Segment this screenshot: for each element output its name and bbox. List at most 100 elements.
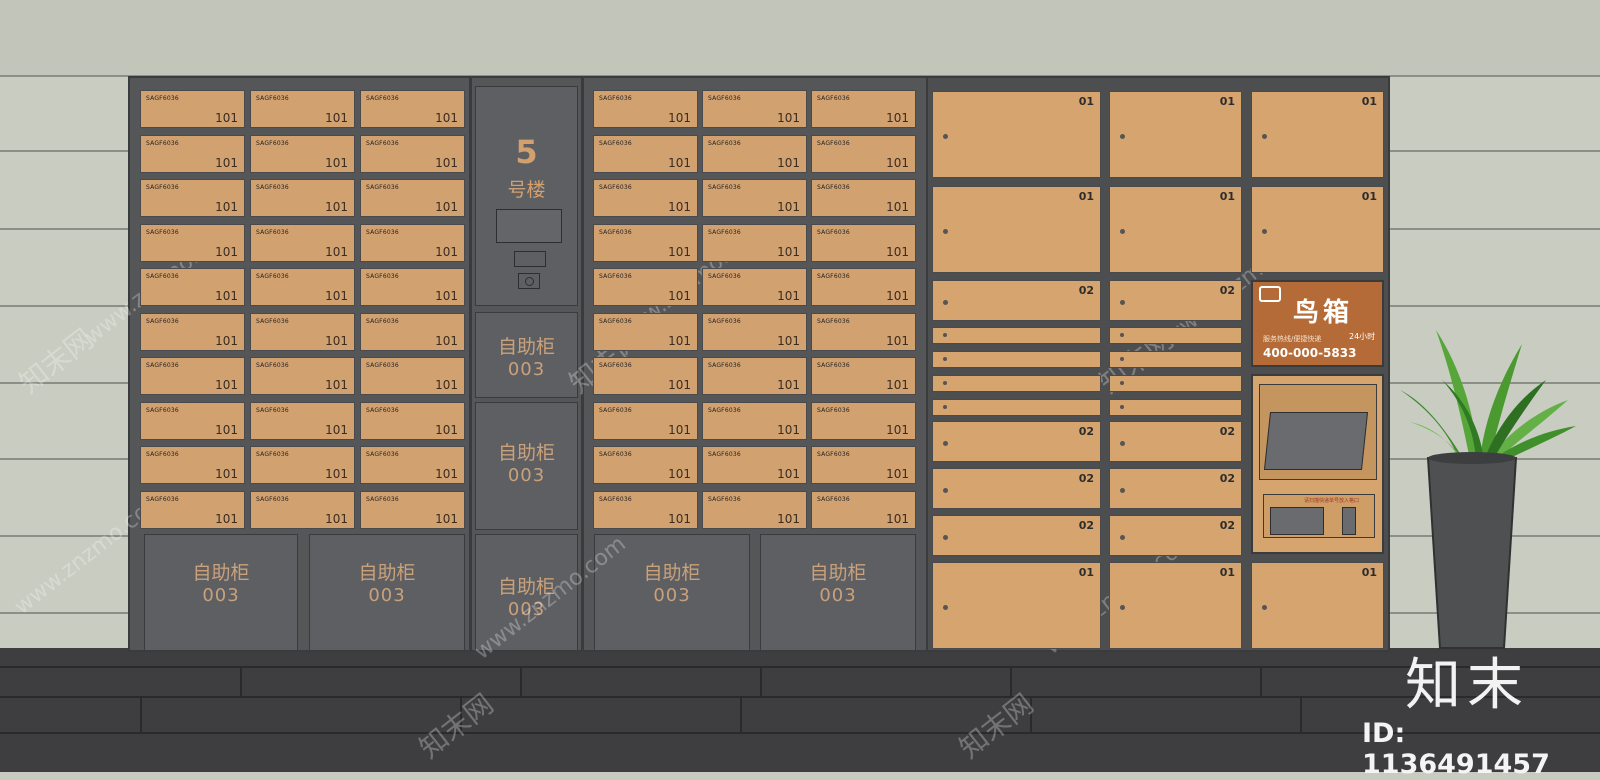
mailbox-door[interactable]: SAGF6036 101 — [811, 490, 916, 529]
mailbox-door[interactable]: SAGF6036 101 — [702, 90, 807, 128]
small-locker-slot[interactable] — [1109, 399, 1242, 416]
card-reader[interactable] — [514, 251, 546, 267]
mailbox-door[interactable]: SAGF6036 101 — [250, 90, 355, 128]
mailbox-door[interactable]: SAGF6036 101 — [593, 223, 698, 262]
self-service-door[interactable]: 自助柜 003 — [760, 534, 916, 651]
mailbox-door[interactable]: SAGF6036 101 — [250, 268, 355, 306]
mailbox-door[interactable]: SAGF6036 101 — [593, 90, 698, 128]
mailbox-door[interactable]: SAGF6036 101 — [811, 312, 916, 351]
parcel-locker-door[interactable]: 02 — [1109, 280, 1242, 321]
parcel-locker-door[interactable]: 01 — [1109, 91, 1242, 178]
parcel-locker-door[interactable]: 01 — [932, 91, 1101, 178]
self-service-door[interactable]: 自助柜 003 — [594, 534, 750, 651]
self-service-door[interactable]: 自助柜 003 — [475, 312, 578, 398]
mailbox-door[interactable]: SAGF6036 101 — [250, 179, 355, 217]
parcel-locker-door[interactable]: 01 — [932, 562, 1101, 649]
mailbox-door[interactable]: SAGF6036 101 — [360, 446, 465, 484]
mailbox-door[interactable]: SAGF6036 101 — [702, 446, 807, 484]
mailbox-door[interactable]: SAGF6036 101 — [702, 357, 807, 395]
mailbox-door[interactable]: SAGF6036 101 — [140, 90, 245, 128]
parcel-locker-door[interactable]: 02 — [1109, 421, 1242, 462]
small-locker-slot[interactable] — [932, 351, 1101, 368]
parcel-locker-door[interactable]: 01 — [1109, 562, 1242, 649]
parcel-locker-door[interactable]: 02 — [932, 280, 1101, 321]
mailbox-door[interactable]: SAGF6036 101 — [702, 401, 807, 440]
mailbox-door[interactable]: SAGF6036 101 — [360, 401, 465, 440]
parcel-locker-door[interactable]: 01 — [1251, 186, 1384, 273]
mailbox-door[interactable]: SAGF6036 101 — [360, 223, 465, 262]
mailbox-door[interactable]: SAGF6036 101 — [593, 357, 698, 395]
touch-screen[interactable] — [1263, 412, 1369, 470]
self-service-door[interactable]: 自助柜 003 — [309, 534, 465, 651]
parcel-locker-door[interactable]: 01 — [1109, 186, 1242, 273]
parcel-locker-door[interactable]: 02 — [1109, 515, 1242, 556]
parcel-locker-door[interactable]: 01 — [1251, 91, 1384, 178]
parcel-locker-door[interactable]: 01 — [932, 186, 1101, 273]
mailbox-door[interactable]: SAGF6036 101 — [702, 268, 807, 306]
mailbox-door[interactable]: SAGF6036 101 — [250, 357, 355, 395]
mailbox-door[interactable]: SAGF6036 101 — [702, 490, 807, 529]
mailbox-door[interactable]: SAGF6036 101 — [250, 312, 355, 351]
mailbox-door[interactable]: SAGF6036 101 — [140, 401, 245, 440]
mailbox-door[interactable]: SAGF6036 101 — [811, 90, 916, 128]
mailbox-door[interactable]: SAGF6036 101 — [360, 357, 465, 395]
kiosk[interactable]: 请扫描快递单号放入格口 — [1251, 374, 1384, 554]
scanner-slot[interactable] — [1342, 507, 1356, 535]
mailbox-door[interactable]: SAGF6036 101 — [702, 179, 807, 217]
mailbox-door[interactable]: SAGF6036 101 — [250, 223, 355, 262]
mailbox-door[interactable]: SAGF6036 101 — [140, 179, 245, 217]
mailbox-door[interactable]: SAGF6036 101 — [360, 134, 465, 173]
mailbox-door[interactable]: SAGF6036 101 — [811, 223, 916, 262]
mailbox-door[interactable]: SAGF6036 101 — [593, 490, 698, 529]
small-locker-slot[interactable] — [1109, 375, 1242, 392]
small-locker-slot[interactable] — [1109, 327, 1242, 344]
parcel-locker-door[interactable]: 02 — [1109, 468, 1242, 509]
mailbox-door[interactable]: SAGF6036 101 — [702, 134, 807, 173]
self-service-door[interactable]: 自助柜 003 — [475, 534, 578, 651]
mailbox-door[interactable]: SAGF6036 101 — [811, 268, 916, 306]
mailbox-door[interactable]: SAGF6036 101 — [593, 268, 698, 306]
mailbox-door[interactable]: SAGF6036 101 — [811, 179, 916, 217]
mailbox-door[interactable]: SAGF6036 101 — [360, 90, 465, 128]
mailbox-door[interactable]: SAGF6036 101 — [140, 312, 245, 351]
parcel-locker-door[interactable]: 02 — [932, 468, 1101, 509]
mailbox-door[interactable]: SAGF6036 101 — [593, 446, 698, 484]
mailbox-door[interactable]: SAGF6036 101 — [593, 134, 698, 173]
mailbox-door[interactable]: SAGF6036 101 — [593, 312, 698, 351]
parcel-locker-door[interactable]: 02 — [932, 421, 1101, 462]
mailbox-door[interactable]: SAGF6036 101 — [593, 401, 698, 440]
mailbox-brand: SAGF6036 — [146, 228, 179, 236]
mailbox-door[interactable]: SAGF6036 101 — [702, 223, 807, 262]
self-service-door[interactable]: 自助柜 003 — [144, 534, 298, 651]
mailbox-door[interactable]: SAGF6036 101 — [360, 179, 465, 217]
mailbox-door[interactable]: SAGF6036 101 — [811, 401, 916, 440]
mailbox-door[interactable]: SAGF6036 101 — [360, 268, 465, 306]
mailbox-door[interactable]: SAGF6036 101 — [140, 490, 245, 529]
self-service-door[interactable]: 自助柜 003 — [475, 402, 578, 530]
mailbox-door[interactable]: SAGF6036 101 — [593, 179, 698, 217]
mailbox-door[interactable]: SAGF6036 101 — [140, 446, 245, 484]
mailbox-door[interactable]: SAGF6036 101 — [811, 446, 916, 484]
mailbox-door[interactable]: SAGF6036 101 — [140, 357, 245, 395]
mailbox-door[interactable]: SAGF6036 101 — [250, 401, 355, 440]
small-locker-slot[interactable] — [932, 375, 1101, 392]
small-locker-slot[interactable] — [1109, 351, 1242, 368]
mailbox-door[interactable]: SAGF6036 101 — [811, 357, 916, 395]
parcel-locker-door[interactable]: 01 — [1251, 562, 1384, 649]
small-locker-slot[interactable] — [932, 327, 1101, 344]
mailbox-door[interactable]: SAGF6036 101 — [811, 134, 916, 173]
mailbox-door[interactable]: SAGF6036 101 — [250, 134, 355, 173]
keypad[interactable] — [1270, 507, 1324, 535]
mailbox-number: 101 — [668, 244, 691, 259]
mailbox-door[interactable]: SAGF6036 101 — [360, 490, 465, 529]
mailbox-door[interactable]: SAGF6036 101 — [702, 312, 807, 351]
mailbox-door[interactable]: SAGF6036 101 — [140, 134, 245, 173]
floor-seam — [1300, 696, 1302, 732]
small-locker-slot[interactable] — [932, 399, 1101, 416]
mailbox-door[interactable]: SAGF6036 101 — [140, 268, 245, 306]
mailbox-door[interactable]: SAGF6036 101 — [250, 446, 355, 484]
mailbox-door[interactable]: SAGF6036 101 — [360, 312, 465, 351]
parcel-locker-door[interactable]: 02 — [932, 515, 1101, 556]
mailbox-door[interactable]: SAGF6036 101 — [140, 223, 245, 262]
mailbox-door[interactable]: SAGF6036 101 — [250, 490, 355, 529]
